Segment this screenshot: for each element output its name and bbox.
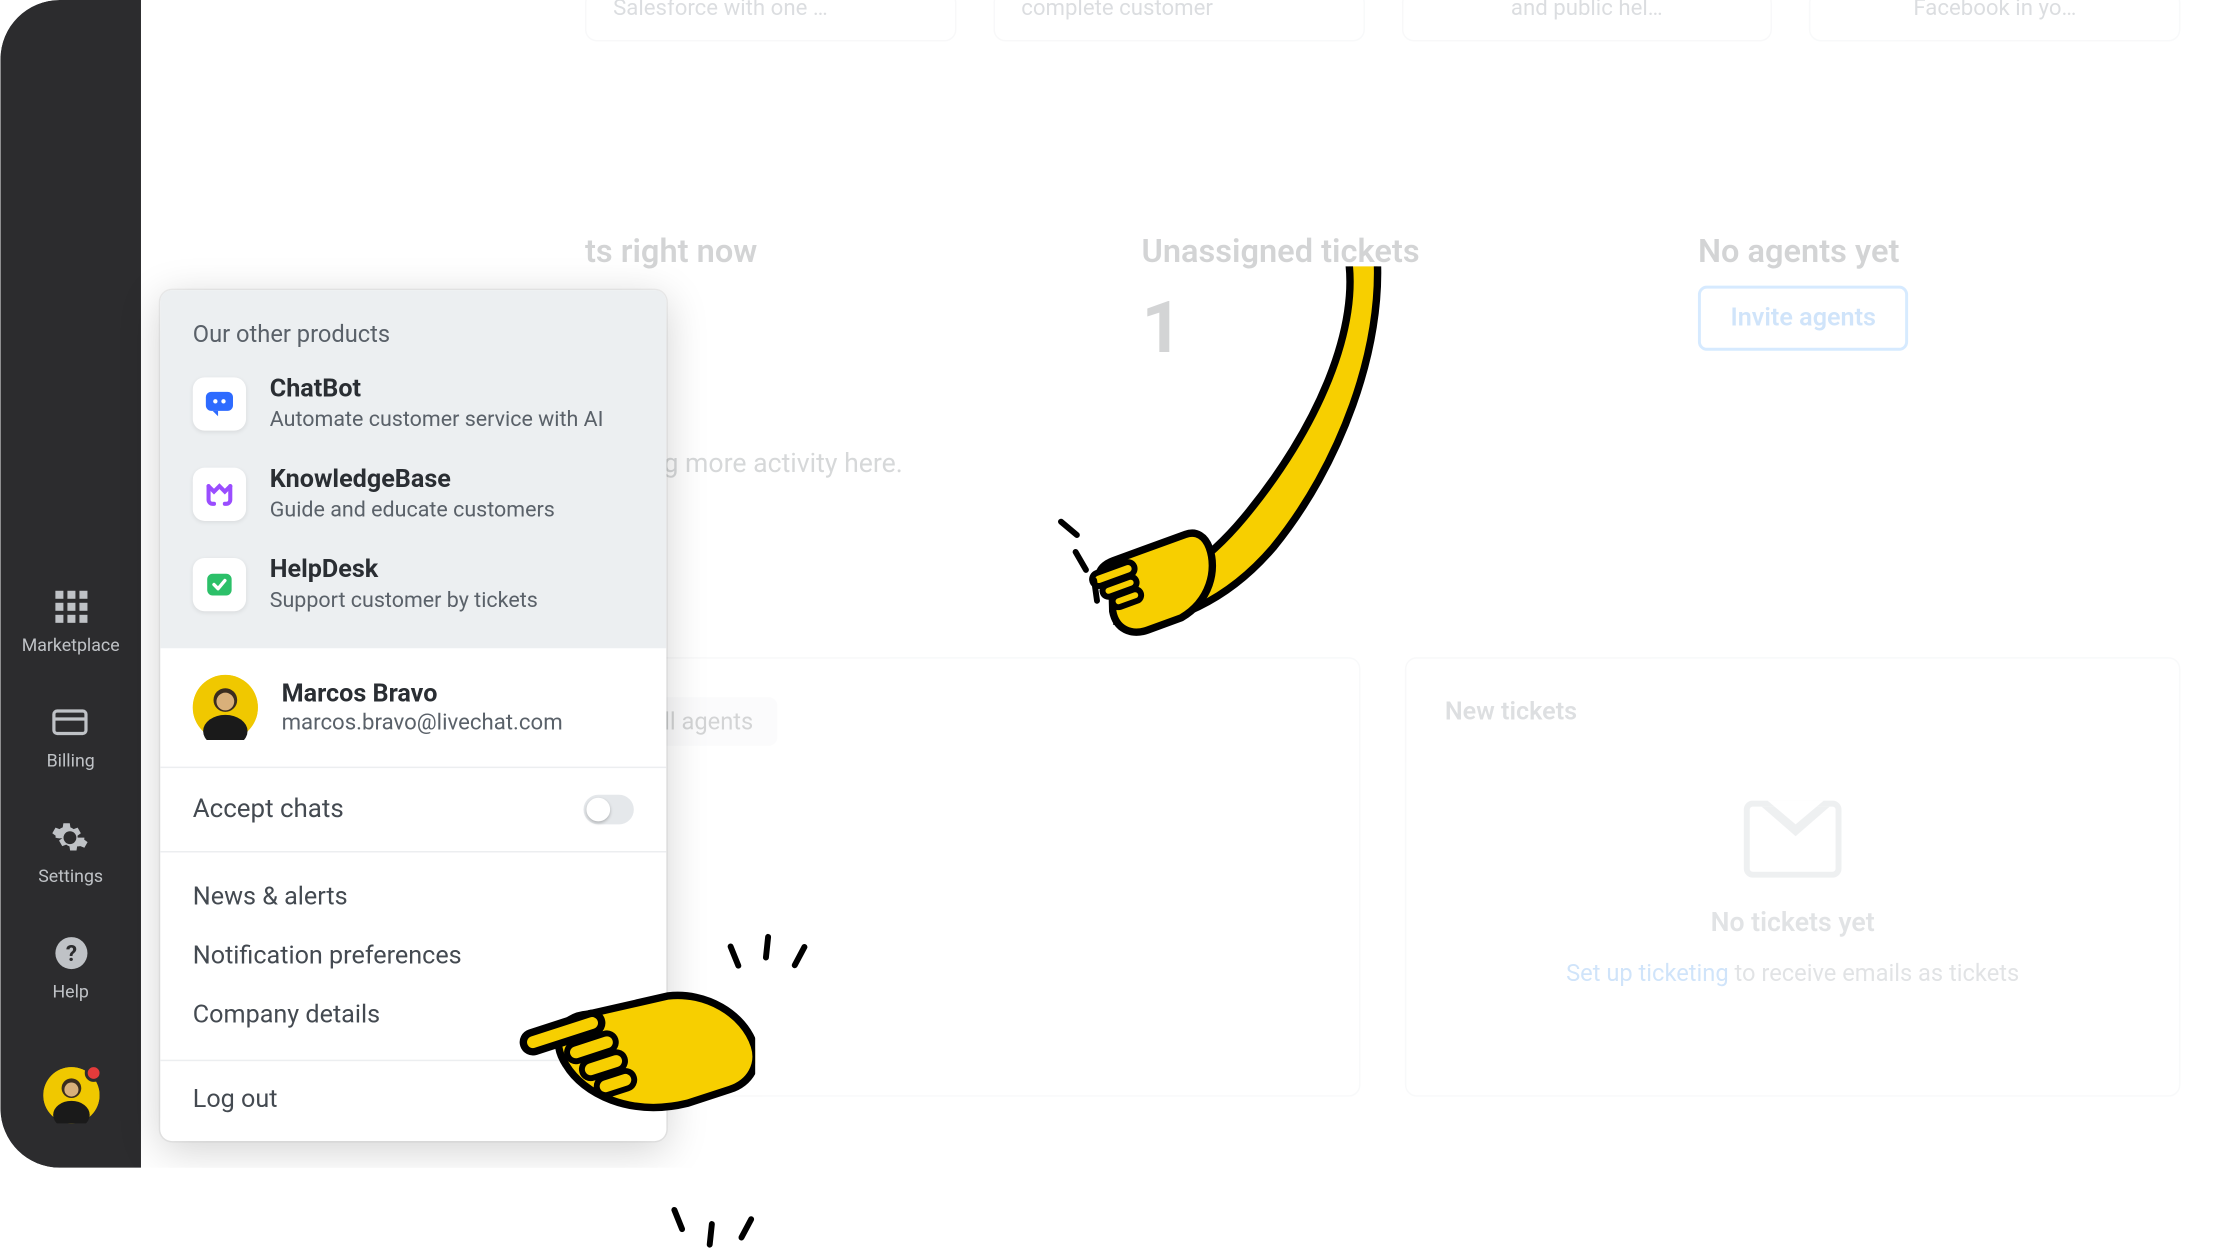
integration-card: complete customer — [993, 0, 1364, 42]
sidebar-item-marketplace[interactable]: Marketplace — [22, 588, 120, 656]
profile-user-row[interactable]: Marcos Bravo marcos.bravo@livechat.com — [160, 648, 666, 766]
envelope-icon — [1744, 801, 1842, 878]
pointing-hand-illustration — [1066, 266, 1392, 666]
help-icon: ? — [51, 934, 89, 972]
accept-chats-row: Accept chats — [160, 767, 666, 853]
integration-card: and public hel… — [1401, 0, 1772, 42]
integration-card: Salesforce with one … — [585, 0, 956, 42]
sidebar-item-label: Help — [52, 981, 88, 1002]
user-name: Marcos Bravo — [282, 679, 563, 709]
accept-chats-toggle[interactable] — [584, 795, 634, 825]
sidebar-item-billing[interactable]: Billing — [47, 703, 95, 771]
product-row-chatbot[interactable]: ChatBot Automate customer service with A… — [160, 357, 666, 447]
user-email: marcos.bravo@livechat.com — [282, 709, 563, 736]
helpdesk-icon — [193, 557, 246, 610]
product-name: HelpDesk — [270, 555, 538, 585]
tickets-panel: New tickets No tickets yet Set up ticket… — [1405, 657, 2181, 1097]
sidebar-item-help[interactable]: ? Help — [51, 934, 89, 1002]
tickets-empty-sub: Set up ticketing to receive emails as ti… — [1445, 959, 2141, 987]
accept-chats-label: Accept chats — [193, 795, 344, 825]
svg-text:?: ? — [65, 941, 76, 967]
product-sub: Guide and educate customers — [270, 497, 555, 522]
grid-icon — [51, 588, 89, 626]
card-icon — [51, 703, 89, 741]
gear-icon — [51, 818, 89, 856]
tickets-panel-title: New tickets — [1445, 697, 2141, 727]
menu-item-news[interactable]: News & alerts — [160, 867, 666, 926]
profile-avatar-button[interactable] — [43, 1067, 99, 1123]
product-sub: Automate customer service with AI — [270, 407, 604, 432]
invite-agents-button[interactable]: Invite agents — [1698, 286, 1909, 351]
no-tickets-label: No tickets yet — [1445, 908, 2141, 939]
product-name: ChatBot — [270, 374, 604, 404]
sidebar-item-label: Billing — [47, 750, 95, 771]
stat-chats-title: ts right now — [585, 234, 1067, 271]
popover-header: Our other products — [160, 320, 666, 357]
sidebar-item-label: Marketplace — [22, 635, 120, 656]
knowledgebase-icon — [193, 467, 246, 520]
product-sub: Support customer by tickets — [270, 588, 538, 613]
notification-badge — [84, 1064, 102, 1082]
avatar-icon — [193, 675, 258, 740]
setup-ticketing-link[interactable]: Set up ticketing — [1566, 959, 1729, 987]
sidebar-item-settings[interactable]: Settings — [38, 818, 103, 886]
sidebar: Marketplace Billing Settings ? Help — [0, 0, 141, 1168]
chatbot-icon — [193, 377, 246, 430]
integration-card: Facebook in yo… — [1809, 0, 2180, 42]
pointing-hand-illustration — [681, 946, 962, 1227]
sidebar-item-label: Settings — [38, 866, 103, 887]
product-row-helpdesk[interactable]: HelpDesk Support customer by tickets — [160, 537, 666, 627]
stat-agents-title: No agents yet — [1698, 234, 2180, 271]
product-name: KnowledgeBase — [270, 465, 555, 495]
app-window: Salesforce with one … complete customer … — [0, 0, 2239, 1168]
product-row-knowledgebase[interactable]: KnowledgeBase Guide and educate customer… — [160, 447, 666, 537]
